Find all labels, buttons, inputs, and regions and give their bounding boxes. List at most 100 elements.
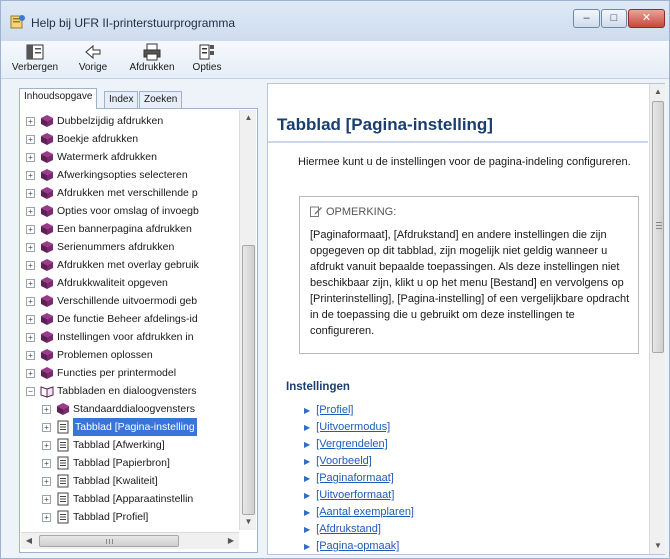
book-icon — [40, 204, 54, 218]
link-bullet-icon: ▶ — [304, 406, 311, 415]
content-vertical-scrollbar[interactable]: ▲ ▼ — [649, 84, 665, 554]
expand-icon[interactable]: + — [26, 171, 35, 180]
expand-icon[interactable]: + — [26, 315, 35, 324]
expand-icon[interactable]: + — [42, 423, 51, 432]
settings-link[interactable]: [Voorbeeld] — [316, 455, 372, 467]
collapse-icon[interactable]: − — [26, 387, 35, 396]
expand-icon[interactable]: + — [26, 279, 35, 288]
tree-item[interactable]: + Tabblad [Afwerking] — [24, 436, 238, 454]
expand-icon[interactable]: + — [42, 513, 51, 522]
tree-scroll-thumb[interactable] — [242, 245, 255, 515]
tree-item-label: Opties voor omslag of invoegb — [57, 205, 199, 217]
options-icon — [199, 44, 214, 60]
expand-icon[interactable]: + — [42, 459, 51, 468]
expand-icon[interactable]: + — [26, 297, 35, 306]
book-icon — [40, 348, 54, 362]
tree-item[interactable]: + Serienummers afdrukken — [24, 238, 238, 256]
minimize-button[interactable]: – — [573, 9, 600, 28]
scroll-left-arrow-icon[interactable]: ◀ — [21, 533, 37, 549]
tree-item-label: Tabblad [Pagina-instelling — [73, 418, 197, 436]
expand-icon[interactable]: + — [42, 405, 51, 414]
tree-item-label: Standaarddialoogvensters — [73, 403, 196, 415]
tree-item[interactable]: + Instellingen voor afdrukken in — [24, 328, 238, 346]
tree-horizontal-scrollbar[interactable]: ◀ ▶ — [21, 532, 239, 549]
book-icon — [40, 330, 54, 344]
scroll-up-arrow-icon[interactable]: ▲ — [240, 110, 257, 126]
expand-icon[interactable]: + — [42, 441, 51, 450]
settings-link[interactable]: [Uitvoerformaat] — [316, 489, 394, 501]
link-bullet-icon: ▶ — [304, 440, 311, 449]
settings-link[interactable]: [Profiel] — [316, 404, 353, 416]
expand-icon[interactable]: + — [26, 117, 35, 126]
tab-search[interactable]: Zoeken — [139, 91, 183, 108]
print-button[interactable]: Afdrukken — [125, 43, 179, 77]
settings-link[interactable]: [Aantal exemplaren] — [316, 506, 414, 518]
tree-item-label: Afdrukken met overlay gebruik — [57, 259, 199, 271]
tree-hscroll-thumb[interactable] — [39, 535, 179, 547]
expand-icon[interactable]: + — [26, 135, 35, 144]
settings-link[interactable]: [Vergrendelen] — [316, 438, 388, 450]
tree-item[interactable]: + Tabblad [Kwaliteit] — [24, 472, 238, 490]
tree-item[interactable]: + Afdrukkwaliteit opgeven — [24, 274, 238, 292]
expand-icon[interactable]: + — [42, 495, 51, 504]
expand-icon[interactable]: + — [26, 369, 35, 378]
settings-link[interactable]: [Uitvoermodus] — [316, 421, 390, 433]
open-book-icon — [40, 384, 54, 398]
settings-link-item: ▶ [Vergrendelen] — [304, 436, 634, 453]
close-button[interactable]: ✕ — [628, 9, 665, 28]
settings-link[interactable]: [Paginaformaat] — [316, 472, 394, 484]
expand-icon[interactable]: + — [26, 351, 35, 360]
settings-link[interactable]: [Afdrukstand] — [316, 523, 381, 535]
tree-item[interactable]: + Dubbelzijdig afdrukken — [24, 112, 238, 130]
tree-item[interactable]: + Boekje afdrukken — [24, 130, 238, 148]
tree-item[interactable]: + Opties voor omslag of invoegb — [24, 202, 238, 220]
help-window: Help bij UFR II-printerstuurprogramma – … — [0, 0, 670, 559]
tree-item[interactable]: + Afdrukken met verschillende p — [24, 184, 238, 202]
expand-icon[interactable]: + — [26, 207, 35, 216]
tree-item[interactable]: + Een bannerpagina afdrukken — [24, 220, 238, 238]
hide-button[interactable]: Verbergen — [9, 43, 61, 77]
expand-icon[interactable]: + — [26, 189, 35, 198]
tree-vertical-scrollbar[interactable]: ▲ ▼ — [239, 110, 256, 530]
options-button[interactable]: Opties — [187, 43, 227, 77]
tree-item[interactable]: + Afdrukken met overlay gebruik — [24, 256, 238, 274]
tree-item[interactable]: + Tabblad [Profiel] — [24, 508, 238, 526]
scroll-down-arrow-icon[interactable]: ▼ — [240, 514, 257, 530]
tree-item-label: Tabblad [Apparaatinstellin — [73, 493, 194, 505]
expand-icon[interactable]: + — [26, 333, 35, 342]
scroll-right-arrow-icon[interactable]: ▶ — [223, 533, 239, 549]
topic-content: Tabblad [Pagina-instelling] Hiermee kunt… — [268, 84, 648, 554]
tree-item[interactable]: + Tabblad [Apparaatinstellin — [24, 490, 238, 508]
expand-icon[interactable]: + — [26, 261, 35, 270]
tree-item[interactable]: + Verschillende uitvoermodi geb — [24, 292, 238, 310]
back-label: Vorige — [78, 62, 108, 73]
tree-item[interactable]: + Afwerkingsopties selecteren — [24, 166, 238, 184]
expand-icon[interactable]: + — [26, 153, 35, 162]
book-icon — [40, 258, 54, 272]
tree-item[interactable]: + Problemen oplossen — [24, 346, 238, 364]
content-scroll-up-arrow-icon[interactable]: ▲ — [650, 84, 666, 100]
settings-link[interactable]: [Pagina-opmaak] — [316, 540, 399, 552]
expand-icon[interactable]: + — [26, 243, 35, 252]
tab-contents[interactable]: Inhoudsopgave — [19, 88, 98, 109]
back-button[interactable]: Vorige — [73, 43, 113, 77]
tree-item[interactable]: − Tabbladen en dialoogvensters — [24, 382, 238, 400]
expand-icon[interactable]: + — [26, 225, 35, 234]
tree-item[interactable]: + Tabblad [Papierbron] — [24, 454, 238, 472]
toolbar: Verbergen Vorige Afdrukken Opties — [1, 41, 669, 79]
tree-item-label: Problemen oplossen — [57, 349, 153, 361]
tree-item[interactable]: + De functie Beheer afdelings-id — [24, 310, 238, 328]
tree-item-label: Dubbelzijdig afdrukken — [57, 115, 164, 127]
maximize-button[interactable]: □ — [601, 9, 627, 28]
content-scroll-down-arrow-icon[interactable]: ▼ — [650, 538, 666, 554]
expand-icon[interactable]: + — [42, 477, 51, 486]
tree-item[interactable]: + Functies per printermodel — [24, 364, 238, 382]
settings-link-item: ▶ [Uitvoermodus] — [304, 419, 634, 436]
tree-item[interactable]: + Tabblad [Pagina-instelling — [24, 418, 238, 436]
tree-item[interactable]: + Watermerk afdrukken — [24, 148, 238, 166]
content-scroll-thumb[interactable] — [652, 101, 664, 353]
tab-index[interactable]: Index — [104, 91, 139, 108]
tree-item-label: Afdrukkwaliteit opgeven — [57, 277, 168, 289]
tree-item[interactable]: + Standaarddialoogvensters — [24, 400, 238, 418]
page-icon — [56, 456, 70, 470]
